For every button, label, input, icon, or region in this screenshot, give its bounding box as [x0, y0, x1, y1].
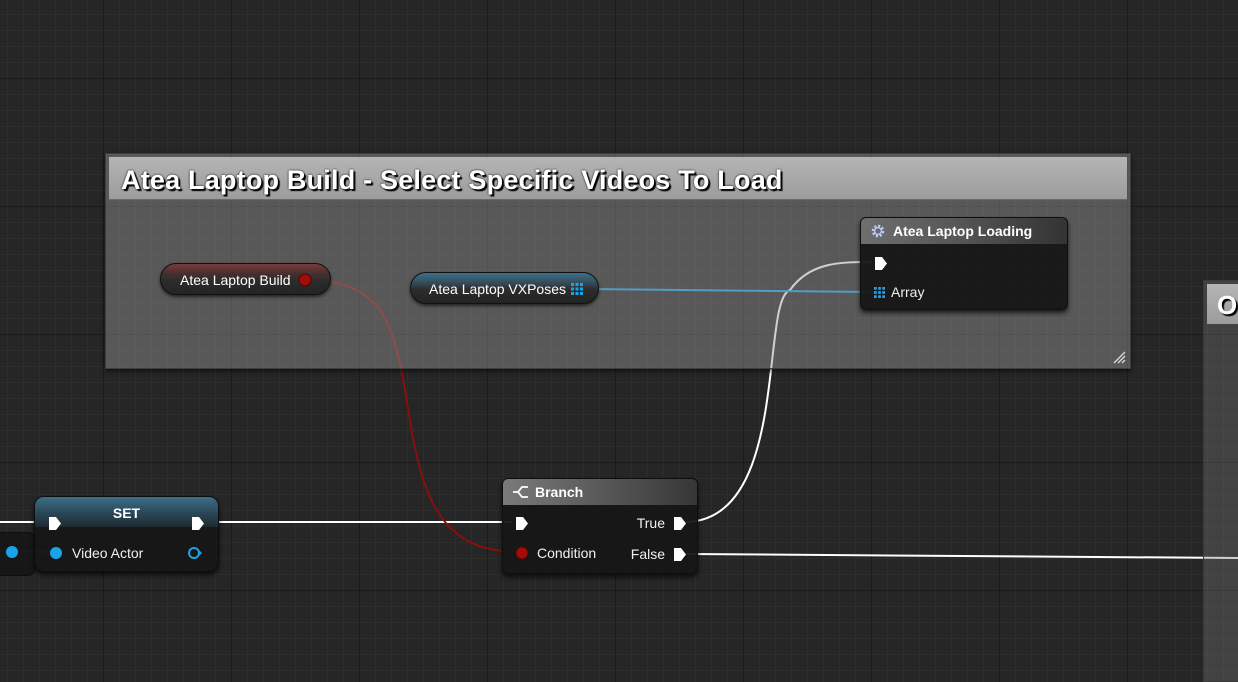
variable-label: Atea Laptop Build — [180, 272, 291, 288]
gear-icon — [871, 224, 885, 238]
variable-atea-laptop-vxposes[interactable]: Atea Laptop VXPoses — [410, 272, 599, 304]
true-label: True — [636, 515, 665, 531]
partial-comment-title-bar[interactable]: O — [1207, 284, 1238, 324]
partial-comment-title: O — [1217, 290, 1238, 320]
exec-in-pin-icon[interactable] — [874, 256, 888, 271]
exec-false-pin-icon[interactable] — [673, 547, 687, 562]
object-out-pin-icon[interactable] — [187, 546, 203, 560]
comment-title: Atea Laptop Build - Select Specific Vide… — [121, 165, 783, 195]
false-label: False — [630, 546, 665, 562]
bool-pin-icon[interactable] — [298, 273, 312, 287]
node-title: Branch — [535, 484, 584, 500]
array-grid-icon[interactable] — [571, 283, 583, 295]
partial-comment-box[interactable]: O — [1203, 280, 1238, 682]
comment-title-bar[interactable]: Atea Laptop Build - Select Specific Vide… — [109, 157, 1127, 200]
array-grid-icon[interactable] — [874, 287, 885, 298]
variable-label: Atea Laptop VXPoses — [429, 281, 566, 297]
node-title: Atea Laptop Loading — [893, 223, 1033, 239]
object-pin-icon[interactable] — [49, 546, 63, 560]
exec-in-pin-icon[interactable] — [515, 516, 529, 531]
node-header[interactable]: Atea Laptop Loading — [861, 218, 1067, 244]
object-pin-icon[interactable] — [5, 545, 19, 559]
node-set[interactable]: SET Video Actor — [34, 496, 219, 572]
node-atea-laptop-loading[interactable]: Atea Laptop Loading Array — [860, 217, 1068, 310]
array-input-label: Array — [891, 284, 925, 300]
offscreen-node-stub[interactable] — [0, 532, 36, 576]
video-actor-label: Video Actor — [72, 545, 144, 561]
node-header[interactable]: Branch — [503, 479, 697, 505]
bool-pin-icon[interactable] — [515, 546, 529, 560]
exec-in-pin-icon[interactable] — [48, 516, 62, 531]
wire-branch-false[interactable] — [685, 553, 1238, 559]
exec-out-pin-icon[interactable] — [191, 516, 205, 531]
resize-grip-icon[interactable] — [1112, 350, 1126, 364]
condition-label: Condition — [537, 545, 597, 561]
node-branch[interactable]: Branch Condition True False — [502, 478, 698, 574]
variable-atea-laptop-build[interactable]: Atea Laptop Build — [160, 263, 331, 295]
branch-icon — [513, 486, 528, 498]
exec-true-pin-icon[interactable] — [673, 516, 687, 531]
